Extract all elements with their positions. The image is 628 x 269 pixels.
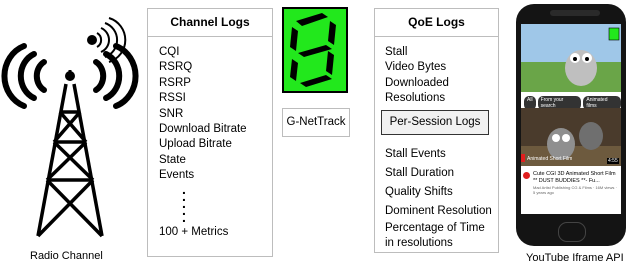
- gnettrack-logo: [282, 7, 348, 93]
- qoe-log-item: Dominent Resolution: [385, 205, 492, 217]
- qoe-log-item: Percentage of Time: [385, 222, 485, 234]
- qoe-bottom-list: Stall Events Stall Duration Quality Shif…: [385, 145, 492, 251]
- channel-log-item: Events: [159, 169, 195, 182]
- video-thumbnail-top: [521, 24, 621, 92]
- channel-avatar[interactable]: [523, 172, 530, 179]
- radio-tower-icon: [1, 17, 139, 238]
- channel-logs-footer: 100 + Metrics: [159, 225, 229, 238]
- qoe-log-item: Quality Shifts: [385, 186, 453, 198]
- radio-caption: Radio Channel: [30, 250, 103, 262]
- channel-logs-divider: [148, 36, 272, 37]
- video-overlay-label: Animated Short Film: [527, 156, 573, 162]
- channel-log-item: Upload Bitrate: [159, 138, 232, 151]
- video-title[interactable]: Cute CGI 3D Animated Short Film ** DUST …: [533, 171, 617, 184]
- channel-log-item: RSRQ: [159, 61, 193, 74]
- channel-log-item: RSRP: [159, 76, 191, 89]
- home-button[interactable]: [558, 222, 586, 242]
- qoe-log-item: Downloaded: [385, 76, 449, 89]
- channel-logs-box: Channel Logs CQI RSRQ RSRP RSSI SNR Down…: [147, 8, 273, 257]
- phone-screen: All From your search Animated films Anim…: [521, 24, 621, 214]
- channel-logs-title: Channel Logs: [170, 15, 250, 29]
- channel-log-item: RSSI: [159, 92, 186, 105]
- qoe-logs-divider: [375, 36, 498, 37]
- qoe-log-item: Video Bytes: [385, 61, 447, 74]
- channel-log-item: CQI: [159, 46, 180, 58]
- channel-logs-list: CQI RSRQ RSRP RSSI SNR Download Bitrate …: [159, 45, 247, 240]
- channel-log-item: Download Bitrate: [159, 123, 247, 136]
- qoe-log-item: Stall: [385, 46, 408, 58]
- qoe-log-item: Stall Duration: [385, 167, 455, 179]
- qoe-top-list: Stall Video Bytes Downloaded Resolutions: [385, 45, 449, 107]
- channel-log-item: SNR: [159, 107, 184, 120]
- channel-log-item: State: [159, 153, 186, 166]
- ellipsis-dots: . . . . .: [182, 180, 186, 225]
- gnettrack-label: G-NetTrack: [282, 108, 350, 137]
- qoe-log-item: Resolutions: [385, 92, 446, 105]
- qoe-logs-title: QoE Logs: [408, 15, 465, 29]
- qoe-log-item: in resolutions: [385, 237, 453, 249]
- phone-speaker: [550, 10, 600, 16]
- qoe-log-item: Stall Events: [385, 148, 446, 160]
- video-meta: Mad Artist Publishing CG & Films · 16M v…: [533, 185, 617, 195]
- video-duration: 4:55: [607, 158, 619, 164]
- gnettrack-logo-icon: [284, 9, 346, 91]
- per-session-logs-box: Per-Session Logs: [381, 110, 489, 135]
- phone-caption: YouTube Iframe API: [526, 252, 624, 264]
